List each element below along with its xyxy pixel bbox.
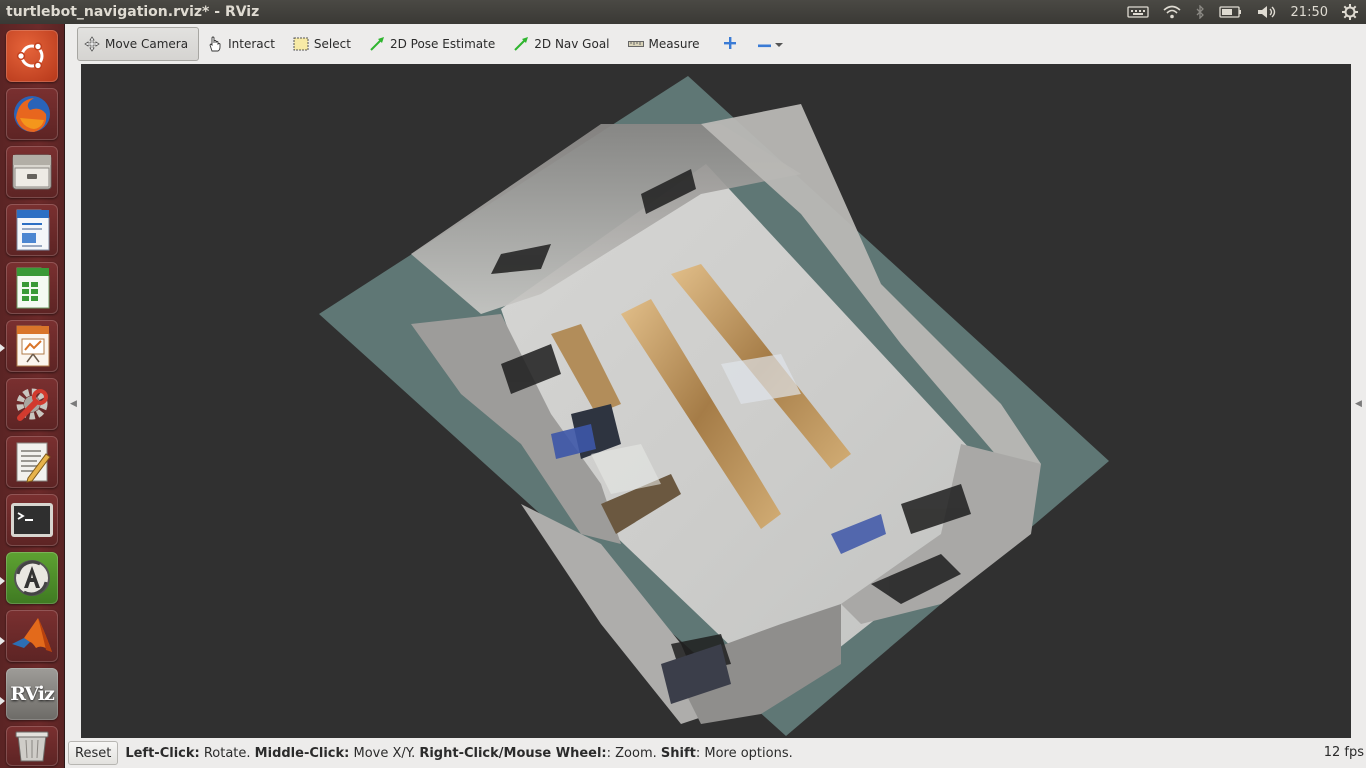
hint-zoom: : Zoom. — [606, 745, 661, 761]
chevron-left-icon: ◀ — [1355, 398, 1362, 408]
pose-estimate-button[interactable]: 2D Pose Estimate — [363, 27, 505, 61]
plus-icon — [723, 36, 736, 52]
3d-render-viewport[interactable] — [81, 64, 1351, 738]
matlab-icon[interactable] — [6, 610, 58, 662]
measure-button[interactable]: Measure — [622, 27, 710, 61]
wifi-icon[interactable] — [1163, 5, 1181, 19]
terminal-icon[interactable] — [6, 494, 58, 546]
volume-icon[interactable] — [1257, 5, 1277, 19]
hint-shift: Shift — [660, 745, 696, 761]
hint-left-click: Left-Click: — [125, 745, 200, 761]
point-cloud-scene — [319, 76, 1109, 736]
rviz-launcher-label: RViz — [10, 683, 55, 705]
add-tool-button[interactable] — [712, 27, 748, 61]
launcher: RViz — [0, 24, 65, 768]
text-editor-icon[interactable] — [6, 436, 58, 488]
interact-label: Interact — [228, 37, 275, 51]
chevron-down-icon — [774, 37, 783, 51]
bluetooth-icon[interactable] — [1195, 5, 1205, 19]
indicator-area: 21:50 — [1126, 0, 1366, 24]
move-camera-label: Move Camera — [105, 37, 189, 51]
left-panel-collapse[interactable]: ◀ — [65, 64, 81, 738]
status-bar: Reset Left-Click: Rotate. Middle-Click: … — [65, 738, 1366, 768]
reset-button[interactable]: Reset — [68, 741, 119, 765]
files-icon[interactable] — [6, 146, 58, 198]
trash-icon[interactable] — [6, 726, 58, 766]
select-label: Select — [313, 37, 351, 51]
ubuntu-dash-icon[interactable] — [6, 30, 58, 82]
right-panel-collapse[interactable]: ◀ — [1351, 64, 1366, 738]
move-camera-button[interactable]: Move Camera — [77, 27, 200, 61]
fps-counter: 12 fps — [1323, 745, 1364, 760]
interact-button[interactable]: Interact — [201, 27, 285, 61]
mouse-hint: Left-Click: Rotate. Middle-Click: Move X… — [125, 746, 792, 761]
green-arrow-icon — [513, 36, 529, 52]
keyboard-icon[interactable] — [1126, 6, 1149, 18]
select-rect-icon — [293, 36, 309, 52]
minus-icon — [757, 37, 772, 51]
calc-icon[interactable] — [6, 262, 58, 314]
hand-pointer-icon — [207, 36, 223, 52]
hint-right-click: Right-Click/Mouse Wheel: — [419, 745, 607, 761]
clock[interactable]: 21:50 — [1291, 5, 1328, 20]
window-title: turtlebot_navigation.rviz* - RViz — [6, 4, 260, 20]
battery-icon[interactable] — [1218, 6, 1243, 18]
move-camera-icon — [84, 36, 100, 52]
nav-goal-label: 2D Nav Goal — [534, 37, 610, 51]
measure-label: Measure — [648, 37, 700, 51]
software-updater-icon[interactable] — [6, 552, 58, 604]
hint-rotate: Rotate. — [199, 745, 255, 761]
gear-icon[interactable] — [1342, 4, 1358, 20]
nav-goal-button[interactable]: 2D Nav Goal — [507, 27, 619, 61]
pose-estimate-label: 2D Pose Estimate — [389, 37, 496, 51]
top-panel: turtlebot_navigation.rviz* - RViz 21:50 — [0, 0, 1366, 24]
writer-icon[interactable] — [6, 204, 58, 256]
hint-middle-click: Middle-Click: — [254, 745, 350, 761]
select-button[interactable]: Select — [287, 27, 361, 61]
green-arrow-icon — [369, 36, 385, 52]
remove-tool-button[interactable] — [750, 27, 791, 61]
hint-more: : More options. — [695, 745, 793, 761]
impress-icon[interactable] — [6, 320, 58, 372]
hint-move-xy: Move X/Y. — [349, 745, 420, 761]
system-settings-icon[interactable] — [6, 378, 58, 430]
rviz-icon[interactable]: RViz — [6, 668, 58, 720]
toolbar: Move Camera Interact Select 2D Pose Esti… — [65, 24, 1366, 64]
chevron-left-icon: ◀ — [70, 398, 77, 408]
rviz-window: Move Camera Interact Select 2D Pose Esti… — [65, 24, 1366, 768]
firefox-icon[interactable] — [6, 88, 58, 140]
ruler-icon — [627, 36, 644, 52]
